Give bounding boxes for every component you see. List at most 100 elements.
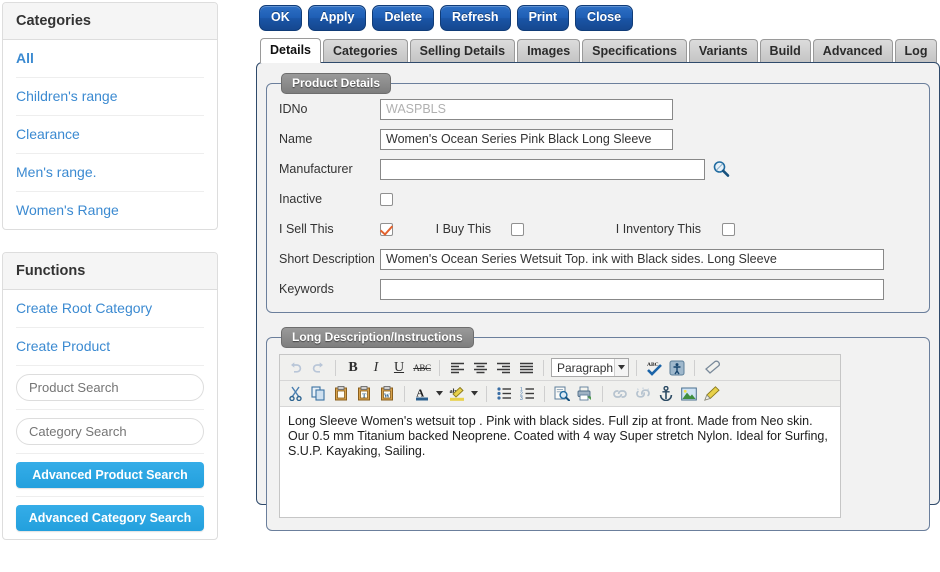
svg-text:W: W <box>383 393 389 399</box>
print-button[interactable]: Print <box>516 5 570 31</box>
i-sell-this-checkbox[interactable] <box>380 222 393 236</box>
keywords-field[interactable] <box>380 278 884 300</box>
idno-field[interactable] <box>380 98 673 120</box>
print-preview-icon[interactable] <box>575 384 595 404</box>
create-product-link[interactable]: Create Product <box>16 328 204 366</box>
align-center-icon[interactable] <box>470 358 490 378</box>
anchor-icon[interactable] <box>656 384 676 404</box>
manufacturer-field[interactable] <box>380 158 705 180</box>
tab-advanced[interactable]: Advanced <box>812 39 893 63</box>
svg-text:3: 3 <box>520 396 523 400</box>
long-description-legend: Long Description/Instructions <box>281 327 474 348</box>
copy-icon[interactable] <box>308 384 328 404</box>
long-description-body[interactable]: Long Sleeve Women's wetsuit top . Pink w… <box>280 407 840 517</box>
highlight-color-icon[interactable]: ab <box>447 384 467 404</box>
format-select[interactable]: Paragraph <box>551 358 629 377</box>
i-buy-this-label: I Buy This <box>435 222 491 236</box>
cut-icon[interactable] <box>285 384 305 404</box>
remove-format-icon[interactable] <box>702 358 722 378</box>
toolbar-separator <box>636 359 637 376</box>
strikethrough-icon[interactable]: ABC <box>412 358 432 378</box>
bullet-list-icon[interactable] <box>494 384 514 404</box>
categories-list: All Children's range Clearance Men's ran… <box>3 40 217 229</box>
rich-text-editor: B I U ABC Paragraph ABC T W A ab 1 2 3 L… <box>279 354 841 518</box>
cleanup-icon[interactable] <box>702 384 722 404</box>
category-search-input[interactable] <box>16 418 204 445</box>
delete-button[interactable]: Delete <box>372 5 435 31</box>
apply-button[interactable]: Apply <box>307 5 367 31</box>
sell-buy-inventory-row: I Sell This I Buy This I Inventory This <box>279 218 917 240</box>
name-field[interactable] <box>380 128 673 150</box>
advanced-product-search-button[interactable]: Advanced Product Search <box>16 462 204 488</box>
inactive-row: Inactive <box>279 188 917 210</box>
toolbar-separator <box>439 359 440 376</box>
tab-build[interactable]: Build <box>759 39 811 63</box>
numbered-list-icon[interactable]: 123 <box>517 384 537 404</box>
sidebar-item-all[interactable]: All <box>16 40 204 78</box>
tab-details[interactable]: Details <box>260 38 321 63</box>
advanced-category-search-button[interactable]: Advanced Category Search <box>16 505 204 531</box>
product-details-fieldset: Product Details IDNo Name Manufacturer <box>266 73 930 313</box>
spellcheck-icon[interactable]: ABC <box>644 358 664 378</box>
tab-variants[interactable]: Variants <box>688 39 758 63</box>
toolbar-separator <box>335 359 336 376</box>
manufacturer-search-icon[interactable] <box>712 160 730 178</box>
toolbar-separator <box>404 385 405 402</box>
i-inventory-this-checkbox[interactable] <box>722 222 735 236</box>
categories-panel: Categories All Children's range Clearanc… <box>2 2 218 230</box>
create-root-category-link[interactable]: Create Root Category <box>16 290 204 328</box>
format-select-value: Paragraph <box>557 360 614 375</box>
editor-toolbar-row-2: T W A ab 1 2 3 <box>280 381 840 407</box>
functions-list: Create Root Category Create Product Adva… <box>3 290 217 539</box>
align-justify-icon[interactable] <box>516 358 536 378</box>
product-search-row <box>16 366 204 410</box>
unlink-icon[interactable] <box>633 384 653 404</box>
paste-text-icon[interactable]: T <box>354 384 374 404</box>
keywords-label: Keywords <box>279 282 334 296</box>
tab-categories[interactable]: Categories <box>323 39 408 63</box>
i-buy-this-checkbox[interactable] <box>511 222 524 236</box>
functions-panel-title: Functions <box>3 253 217 290</box>
link-icon[interactable] <box>610 384 630 404</box>
italic-icon[interactable]: I <box>366 358 386 378</box>
text-color-icon[interactable]: A <box>412 384 432 404</box>
advanced-product-search-row: Advanced Product Search <box>16 454 204 497</box>
inactive-label: Inactive <box>279 192 323 206</box>
sidebar-item-womens-range[interactable]: Women's Range <box>16 192 204 229</box>
sidebar-item-clearance[interactable]: Clearance <box>16 116 204 154</box>
sidebar-item-mens-range[interactable]: Men's range. <box>16 154 204 192</box>
align-right-icon[interactable] <box>493 358 513 378</box>
find-replace-icon[interactable] <box>552 384 572 404</box>
product-search-input[interactable] <box>16 374 204 401</box>
text-color-dropdown-icon[interactable] <box>435 384 444 404</box>
paste-icon[interactable] <box>331 384 351 404</box>
inactive-checkbox[interactable] <box>380 192 393 206</box>
underline-icon[interactable]: U <box>389 358 409 378</box>
refresh-button[interactable]: Refresh <box>440 5 511 31</box>
app-root: Categories All Children's range Clearanc… <box>0 0 940 572</box>
accessibility-icon[interactable] <box>667 358 687 378</box>
tab-log[interactable]: Log <box>894 39 938 63</box>
ok-button[interactable]: OK <box>259 5 302 31</box>
editor-toolbar-row-1: B I U ABC Paragraph ABC <box>280 355 840 381</box>
main-area: OK Apply Delete Refresh Print Close Deta… <box>256 0 940 531</box>
highlight-color-dropdown-icon[interactable] <box>470 384 479 404</box>
insert-image-icon[interactable] <box>679 384 699 404</box>
tab-images[interactable]: Images <box>517 39 581 63</box>
undo-icon[interactable] <box>285 358 305 378</box>
details-tab-panel: Product Details IDNo Name Manufacturer <box>256 62 940 531</box>
idno-label: IDNo <box>279 102 308 116</box>
sidebar-item-childrens-range[interactable]: Children's range <box>16 78 204 116</box>
manufacturer-row: Manufacturer <box>279 158 917 180</box>
close-button[interactable]: Close <box>575 5 634 31</box>
toolbar-separator <box>486 385 487 402</box>
paste-word-icon[interactable]: W <box>377 384 397 404</box>
short-description-label: Short Description <box>279 252 375 266</box>
tab-selling-details[interactable]: Selling Details <box>409 39 516 63</box>
align-left-icon[interactable] <box>447 358 467 378</box>
idno-row: IDNo <box>279 98 917 120</box>
bold-icon[interactable]: B <box>343 358 363 378</box>
redo-icon[interactable] <box>308 358 328 378</box>
short-description-field[interactable] <box>380 248 884 270</box>
tab-specifications[interactable]: Specifications <box>582 39 687 63</box>
